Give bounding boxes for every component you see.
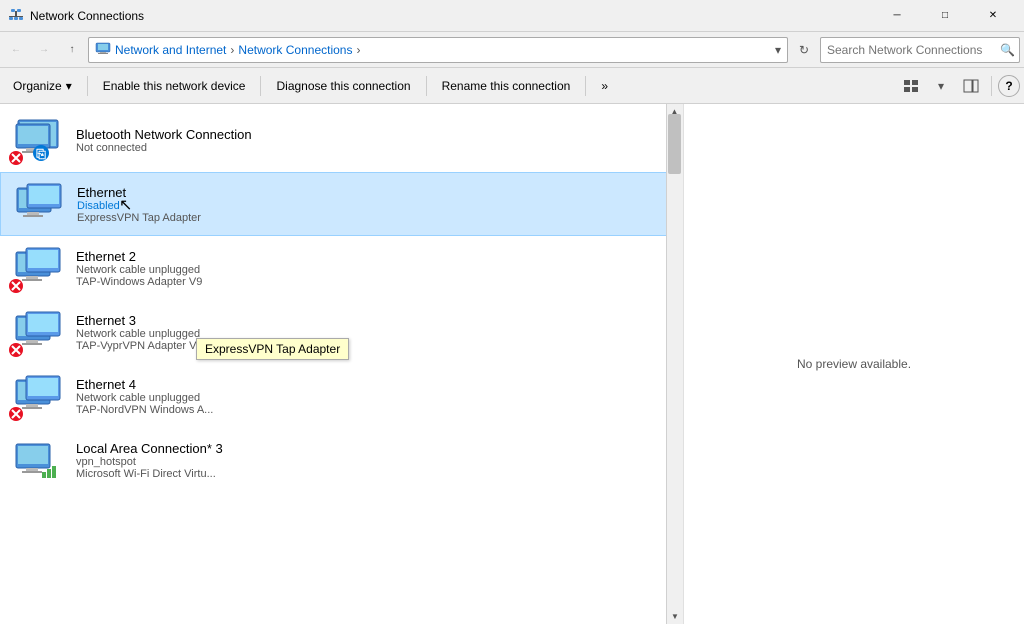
ethernet2-icon-container xyxy=(8,242,68,294)
connection-item-ethernet3[interactable]: Ethernet 3 Network cable unplugged TAP-V… xyxy=(0,300,683,364)
cursor-indicator: ↖ xyxy=(119,195,132,215)
help-button[interactable]: ? xyxy=(998,75,1020,97)
connection-item-localarea[interactable]: Local Area Connection* 3 vpn_hotspot Mic… xyxy=(0,428,683,492)
ethernet4-adapter: TAP-NordVPN Windows A... xyxy=(76,404,675,416)
enable-device-button[interactable]: Enable this network device xyxy=(94,72,255,100)
bluetooth-status: Not connected xyxy=(76,142,675,154)
path-network-connections: Network Connections xyxy=(238,43,352,57)
connection-item-ethernet[interactable]: Ethernet Disabled ExpressVPN Tap Adapter… xyxy=(0,172,683,236)
ethernet2-status: Network cable unplugged xyxy=(76,264,675,276)
error-badge-bluetooth xyxy=(8,150,24,166)
minimize-button[interactable]: ─ xyxy=(874,0,920,32)
ethernet-adapter: ExpressVPN Tap Adapter xyxy=(77,212,674,224)
bluetooth-info: Bluetooth Network Connection Not connect… xyxy=(76,127,675,154)
diagnose-button[interactable]: Diagnose this connection xyxy=(267,72,419,100)
search-box: 🔍 xyxy=(820,37,1020,63)
ethernet3-icon-container xyxy=(8,306,68,358)
localarea-adapter: Microsoft Wi-Fi Direct Virtu... xyxy=(76,468,675,480)
refresh-button[interactable]: ↻ xyxy=(792,38,816,62)
toolbar-sep-2 xyxy=(260,76,261,96)
localarea-icon-container xyxy=(8,434,68,486)
dropdown-view-btn[interactable]: ▾ xyxy=(927,72,955,100)
error-badge-ethernet2 xyxy=(8,278,24,294)
preview-pane-button[interactable] xyxy=(957,72,985,100)
connection-list-inner: ⎘ Bluetooth Network Connection Not conne… xyxy=(0,104,683,496)
preview-pane: No preview available. xyxy=(684,104,1024,624)
close-button[interactable]: ✕ xyxy=(970,0,1016,32)
toolbar-sep-1 xyxy=(87,76,88,96)
back-button[interactable]: ← xyxy=(4,38,28,62)
address-dropdown-btn[interactable]: ▾ xyxy=(775,43,781,57)
path-icon xyxy=(95,40,111,59)
localarea-info: Local Area Connection* 3 vpn_hotspot Mic… xyxy=(76,441,675,480)
organize-label: Organize xyxy=(13,79,62,93)
toolbar: Organize ▾ Enable this network device Di… xyxy=(0,68,1024,104)
up-button[interactable]: ↑ xyxy=(60,38,84,62)
ethernet-name: Ethernet xyxy=(77,185,674,200)
ethernet3-info: Ethernet 3 Network cable unplugged TAP-V… xyxy=(76,313,675,352)
path-sep-2: › xyxy=(356,43,360,57)
connection-item-ethernet2[interactable]: Ethernet 2 Network cable unplugged TAP-W… xyxy=(0,236,683,300)
ethernet3-status: Network cable unplugged xyxy=(76,328,675,340)
ethernet2-name: Ethernet 2 xyxy=(76,249,675,264)
title-bar-icon xyxy=(8,6,24,25)
path-sep-1: › xyxy=(230,43,234,57)
forward-button[interactable]: → xyxy=(32,38,56,62)
error-badge-ethernet3 xyxy=(8,342,24,358)
ethernet-icon-container xyxy=(9,178,69,230)
bluetooth-name: Bluetooth Network Connection xyxy=(76,127,675,142)
scrollbar-track: ▲ ▼ xyxy=(666,104,683,624)
toolbar-sep-5 xyxy=(991,76,992,96)
error-badge-ethernet4 xyxy=(8,406,24,422)
ethernet4-status: Network cable unplugged xyxy=(76,392,675,404)
search-icon[interactable]: 🔍 xyxy=(996,43,1019,57)
ethernet2-adapter: TAP-Windows Adapter V9 xyxy=(76,276,675,288)
connection-list: ⎘ Bluetooth Network Connection Not conne… xyxy=(0,104,684,624)
toolbar-sep-4 xyxy=(585,76,586,96)
connection-item-bluetooth[interactable]: ⎘ Bluetooth Network Connection Not conne… xyxy=(0,108,683,172)
main-content: ⎘ Bluetooth Network Connection Not conne… xyxy=(0,104,1024,624)
no-preview-text: No preview available. xyxy=(797,357,911,371)
ethernet-status: Disabled xyxy=(77,200,674,212)
ethernet2-info: Ethernet 2 Network cable unplugged TAP-W… xyxy=(76,249,675,288)
address-bar: ← → ↑ Network and Internet › Network Con… xyxy=(0,32,1024,68)
organize-dropdown-icon: ▾ xyxy=(66,79,72,93)
rename-button[interactable]: Rename this connection xyxy=(433,72,580,100)
organize-button[interactable]: Organize ▾ xyxy=(4,72,81,100)
toolbar-sep-3 xyxy=(426,76,427,96)
more-options-button[interactable]: » xyxy=(592,72,617,100)
localarea-name: Local Area Connection* 3 xyxy=(76,441,675,456)
connection-item-ethernet4[interactable]: Ethernet 4 Network cable unplugged TAP-N… xyxy=(0,364,683,428)
ethernet4-info: Ethernet 4 Network cable unplugged TAP-N… xyxy=(76,377,675,416)
bluetooth-badge: ⎘ xyxy=(32,144,50,162)
scrollbar-thumb[interactable] xyxy=(668,114,681,174)
ethernet3-name: Ethernet 3 xyxy=(76,313,675,328)
window-title: Network Connections xyxy=(30,9,874,23)
view-options-button[interactable] xyxy=(897,72,925,100)
bluetooth-icon-container: ⎘ xyxy=(8,114,68,166)
svg-text:⎘: ⎘ xyxy=(36,147,46,161)
ethernet4-icon-container xyxy=(8,370,68,422)
window-controls: ─ □ ✕ xyxy=(874,0,1016,32)
title-bar: Network Connections ─ □ ✕ xyxy=(0,0,1024,32)
maximize-button[interactable]: □ xyxy=(922,0,968,32)
ethernet4-name: Ethernet 4 xyxy=(76,377,675,392)
address-path[interactable]: Network and Internet › Network Connectio… xyxy=(88,37,788,63)
ethernet-info: Ethernet Disabled ExpressVPN Tap Adapter xyxy=(77,185,674,224)
scroll-down-button[interactable]: ▼ xyxy=(667,609,683,624)
ethernet3-adapter: TAP-VyprVPN Adapter V9 xyxy=(76,340,675,352)
localarea-status: vpn_hotspot xyxy=(76,456,675,468)
path-network-internet: Network and Internet xyxy=(115,43,226,57)
search-input[interactable] xyxy=(821,43,996,57)
